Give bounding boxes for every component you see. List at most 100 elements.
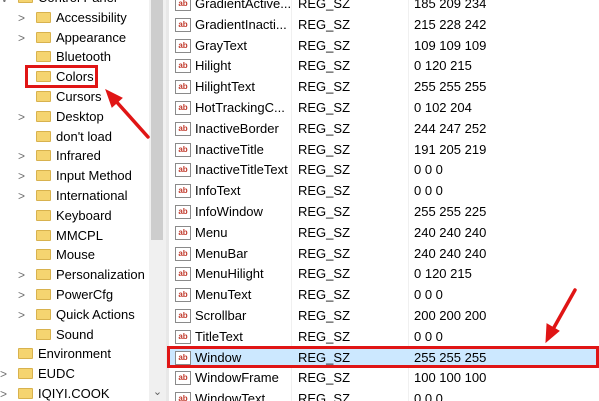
chevron-right-icon[interactable]: > <box>18 28 28 48</box>
scrollbar-thumb[interactable] <box>151 0 163 240</box>
chevron-right-icon[interactable]: > <box>18 146 28 166</box>
tree-item-label: PowerCfg <box>56 287 114 302</box>
value-type: REG_SZ <box>298 79 351 95</box>
string-value-icon: ab <box>175 225 191 240</box>
folder-icon <box>36 289 51 300</box>
value-type: REG_SZ <box>298 308 351 323</box>
value-name: MenuHilight <box>195 266 264 282</box>
chevron-right-icon[interactable]: > <box>18 8 28 28</box>
string-value-icon: ab <box>175 246 191 261</box>
folder-icon <box>36 229 51 241</box>
value-type: REG_SZ <box>298 120 351 136</box>
tree-item-label: Environment <box>38 346 111 362</box>
value-row-menubar[interactable]: ab MenuBar REG_SZ 240 240 240 <box>169 244 599 264</box>
value-data: 215 228 242 <box>414 16 487 32</box>
tree-vertical-scrollbar[interactable]: ⌄ <box>149 0 166 401</box>
value-name: GradientInacti... <box>195 16 287 32</box>
chevron-right-icon[interactable]: > <box>18 265 28 285</box>
tree-item-label: IQIYI.COOK <box>38 386 110 401</box>
value-row-windowframe[interactable]: ab WindowFrame REG_SZ 100 100 100 <box>169 368 599 388</box>
chevron-right-icon[interactable]: > <box>18 166 28 186</box>
tree-item-label: Desktop <box>56 108 104 124</box>
value-row-infowindow[interactable]: ab InfoWindow REG_SZ 255 255 225 <box>169 202 599 222</box>
chevron-right-icon[interactable]: > <box>18 285 28 305</box>
value-name: InactiveTitleText <box>195 162 288 178</box>
value-row-hilighttext[interactable]: ab HilightText REG_SZ 255 255 255 <box>169 77 599 97</box>
value-row-infotext[interactable]: ab InfoText REG_SZ 0 0 0 <box>169 181 599 201</box>
value-row-scrollbar[interactable]: ab Scrollbar REG_SZ 200 200 200 <box>169 306 599 326</box>
folder-icon <box>36 110 51 122</box>
registry-key-tree[interactable]: ∨Control Panel>Accessibility>AppearanceB… <box>0 0 166 401</box>
value-data: 100 100 100 <box>414 370 487 386</box>
tree-item-label: Sound <box>56 326 94 342</box>
tree-item-label: Infrared <box>56 148 101 164</box>
folder-icon <box>18 388 33 399</box>
chevron-right-icon[interactable]: > <box>18 305 28 325</box>
value-name: InactiveTitle <box>195 141 264 157</box>
tree-item-label: Mouse <box>56 247 96 263</box>
folder-icon <box>36 328 51 340</box>
value-data: 240 240 240 <box>414 224 487 240</box>
string-value-icon: ab <box>175 0 191 11</box>
folder-icon <box>36 150 51 162</box>
chevron-right-icon[interactable]: > <box>0 364 10 384</box>
value-row-titletext[interactable]: ab TitleText REG_SZ 0 0 0 <box>169 327 599 347</box>
string-value-icon: ab <box>175 392 191 401</box>
value-name: WindowFrame <box>195 370 279 386</box>
value-row-gradientinacti-[interactable]: ab GradientInacti... REG_SZ 215 228 242 <box>169 15 599 35</box>
value-data: 244 247 252 <box>414 120 487 136</box>
tree-item-label: don't load <box>56 128 112 144</box>
value-data: 255 255 255 <box>414 79 487 95</box>
value-row-hottrackingc-[interactable]: ab HotTrackingC... REG_SZ 0 102 204 <box>169 98 599 118</box>
value-name: Hilight <box>195 58 232 74</box>
value-row-inactiveborder[interactable]: ab InactiveBorder REG_SZ 244 247 252 <box>169 119 599 139</box>
string-value-icon: ab <box>175 205 191 219</box>
value-type: REG_SZ <box>298 328 351 344</box>
value-name: InfoWindow <box>195 204 263 219</box>
string-value-icon: ab <box>175 329 191 344</box>
string-value-icon: ab <box>175 80 191 95</box>
value-row-menutext[interactable]: ab MenuText REG_SZ 0 0 0 <box>169 285 599 305</box>
window-row-highlight-box <box>167 346 599 368</box>
chevron-down-icon[interactable]: ⌄ <box>149 385 166 399</box>
value-name: HilightText <box>195 79 255 95</box>
value-type: REG_SZ <box>298 224 351 240</box>
value-row-menuhilight[interactable]: ab MenuHilight REG_SZ 0 120 215 <box>169 264 599 284</box>
value-type: REG_SZ <box>298 141 351 157</box>
value-row-graytext[interactable]: ab GrayText REG_SZ 109 109 109 <box>169 36 599 56</box>
value-type: REG_SZ <box>298 162 351 178</box>
folder-icon <box>36 130 51 142</box>
value-data: 0 120 215 <box>414 266 472 282</box>
tree-item-label: MMCPL <box>56 227 103 243</box>
tree-item-label: Control Panel <box>38 0 117 8</box>
registry-values-list: ab GradientActive... REG_SZ 185 209 234 ab Gr… <box>169 0 599 401</box>
value-data: 0 102 204 <box>414 100 472 115</box>
value-type: REG_SZ <box>298 16 351 32</box>
folder-icon <box>36 91 51 102</box>
chevron-right-icon[interactable]: > <box>18 107 28 127</box>
value-data: 0 0 0 <box>414 162 443 178</box>
value-data: 191 205 219 <box>414 141 487 157</box>
value-row-menu[interactable]: ab Menu REG_SZ 240 240 240 <box>169 223 599 243</box>
value-name: TitleText <box>195 328 243 344</box>
string-value-icon: ab <box>175 288 191 303</box>
chevron-right-icon[interactable]: > <box>0 384 10 401</box>
value-row-gradientactive-[interactable]: ab GradientActive... REG_SZ 185 209 234 <box>169 0 599 14</box>
chevron-right-icon[interactable]: > <box>18 186 28 206</box>
value-type: REG_SZ <box>298 370 351 386</box>
value-type: REG_SZ <box>298 37 351 53</box>
value-row-windowtext[interactable]: ab WindowText REG_SZ 0 0 0 <box>169 389 599 401</box>
value-row-inactivetitle[interactable]: ab InactiveTitle REG_SZ 191 205 219 <box>169 140 599 160</box>
chevron-down-icon[interactable]: ∨ <box>0 0 10 8</box>
folder-icon <box>36 269 51 281</box>
value-name: GradientActive... <box>195 0 292 11</box>
value-row-inactivetitletext[interactable]: ab InactiveTitleText REG_SZ 0 0 0 <box>169 160 599 180</box>
value-data: 0 120 215 <box>414 58 472 74</box>
string-value-icon: ab <box>175 121 191 136</box>
folder-icon <box>36 31 51 43</box>
folder-icon <box>18 368 33 380</box>
value-name: HotTrackingC... <box>195 100 285 115</box>
value-type: REG_SZ <box>298 391 351 401</box>
tree-item-label: International <box>56 188 128 203</box>
value-row-hilight[interactable]: ab Hilight REG_SZ 0 120 215 <box>169 56 599 76</box>
